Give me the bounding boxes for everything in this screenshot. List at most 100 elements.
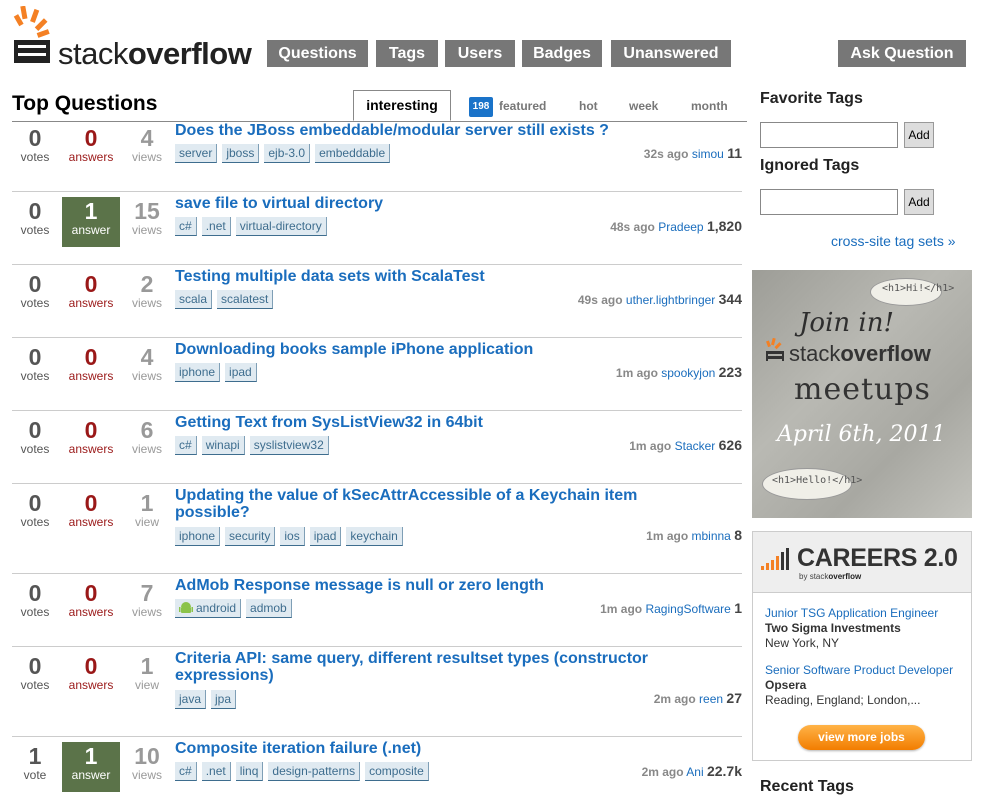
job-title-link[interactable]: Junior TSG Application Engineer — [765, 606, 938, 620]
tab-featured[interactable]: featured — [499, 99, 546, 113]
view-count: 7 views — [131, 580, 162, 619]
user-reputation: 1 — [734, 600, 742, 616]
tab-interesting[interactable]: interesting — [353, 90, 451, 121]
ignored-tags-input[interactable] — [760, 189, 898, 215]
job-company: Opsera — [765, 678, 807, 692]
tag-virtual-directory[interactable]: virtual-directory — [235, 217, 327, 236]
tag-ejb-3-0[interactable]: ejb-3.0 — [264, 144, 311, 163]
question-row[interactable]: 0 votes 0 answers 7 views AdMob Response messa… — [12, 573, 742, 647]
question-user-link[interactable]: reen — [699, 692, 723, 706]
tag-security[interactable]: security — [225, 527, 276, 546]
answer-count: 1 answer — [62, 197, 120, 247]
ask-question-button[interactable]: Ask Question — [838, 40, 966, 67]
user-reputation: 344 — [718, 291, 742, 307]
question-title-link[interactable]: Downloading books sample iPhone applicat… — [175, 341, 695, 358]
question-row[interactable]: 0 votes 0 answers 4 views Downloading books sa… — [12, 337, 742, 411]
tag--net[interactable]: .net — [201, 217, 231, 236]
tag-embeddable[interactable]: embeddable — [315, 144, 391, 163]
tag-ipad[interactable]: ipad — [225, 363, 257, 382]
question-time[interactable]: 1m ago — [616, 366, 658, 380]
question-row[interactable]: 0 votes 0 answers 4 views Does the JBoss embed… — [12, 118, 742, 192]
question-user-link[interactable]: simou — [692, 147, 724, 161]
question-time[interactable]: 49s ago — [578, 293, 623, 307]
question-user-link[interactable]: RagingSoftware — [645, 602, 730, 616]
question-row[interactable]: 1 vote 1 answer 10 views Composite iteration f… — [12, 736, 742, 809]
featured-count-badge[interactable]: 198 — [469, 97, 493, 117]
tag-c-[interactable]: c# — [175, 762, 197, 781]
question-row[interactable]: 0 votes 1 answer 15 views save file to virtual… — [12, 191, 742, 265]
tag-ipad[interactable]: ipad — [309, 527, 342, 546]
question-meta: 48s ago Pradeep 1,820 — [610, 218, 742, 234]
nav-unanswered-button[interactable]: Unanswered — [611, 40, 731, 67]
tag-android[interactable]: android — [175, 599, 242, 618]
favorite-tags-add-button[interactable]: Add — [904, 122, 934, 148]
tag-iphone[interactable]: iphone — [175, 363, 221, 382]
question-title-link[interactable]: Updating the value of kSecAttrAccessible… — [175, 487, 695, 521]
question-title-link[interactable]: Getting Text from SysListView32 in 64bit — [175, 414, 695, 431]
tag-composite[interactable]: composite — [365, 762, 429, 781]
question-time[interactable]: 2m ago — [654, 692, 696, 706]
meetup-ad[interactable]: <h1>Hi!</h1> Join in! stackoverflow meet… — [752, 270, 972, 518]
question-row[interactable]: 0 votes 0 answers 1 view Updating the value of… — [12, 483, 742, 574]
vote-count: 0 votes — [20, 271, 50, 310]
question-time[interactable]: 1m ago — [629, 439, 671, 453]
question-time[interactable]: 2m ago — [642, 765, 684, 779]
tag-server[interactable]: server — [175, 144, 218, 163]
tag-scala[interactable]: scala — [175, 290, 213, 309]
careers-header[interactable]: CAREERS 2.0 by stackoverflow — [753, 532, 971, 593]
tab-month[interactable]: month — [691, 99, 728, 113]
question-title-link[interactable]: Testing multiple data sets with ScalaTes… — [175, 268, 695, 285]
question-title-link[interactable]: AdMob Response message is null or zero l… — [175, 577, 695, 594]
tag-c-[interactable]: c# — [175, 217, 197, 236]
favorite-tags-input[interactable] — [760, 122, 898, 148]
tab-hot[interactable]: hot — [579, 99, 598, 113]
ignored-tags-add-button[interactable]: Add — [904, 189, 934, 215]
question-title-link[interactable]: Criteria API: same query, different resu… — [175, 650, 695, 684]
tag--net[interactable]: .net — [201, 762, 231, 781]
job-title-link[interactable]: Senior Software Product Developer — [765, 663, 953, 677]
nav-questions-button[interactable]: Questions — [267, 40, 368, 67]
site-logo[interactable]: stackoverflow — [12, 6, 252, 71]
question-time[interactable]: 1m ago — [646, 529, 688, 543]
question-meta: 1m ago spookyjon 223 — [616, 364, 742, 380]
cross-site-tag-sets-link[interactable]: cross-site tag sets » — [831, 233, 956, 249]
question-user-link[interactable]: mbinna — [692, 529, 731, 543]
question-row[interactable]: 0 votes 0 answers 1 view Criteria API: same qu… — [12, 646, 742, 737]
tag-design-patterns[interactable]: design-patterns — [268, 762, 361, 781]
tag-list: c# .net linq design-patterns composite — [175, 762, 434, 781]
question-time[interactable]: 1m ago — [600, 602, 642, 616]
tag-scalatest[interactable]: scalatest — [217, 290, 274, 309]
tag-ios[interactable]: ios — [280, 527, 305, 546]
view-more-jobs-button[interactable]: view more jobs — [798, 725, 925, 750]
meetup-bubble-hi-text: <h1>Hi!</h1> — [882, 283, 955, 294]
question-user-link[interactable]: uther.lightbringer — [626, 293, 715, 307]
question-row[interactable]: 0 votes 0 answers 6 views Getting Text from Sy… — [12, 410, 742, 484]
question-user-link[interactable]: Ani — [686, 765, 703, 779]
tag-java[interactable]: java — [175, 690, 207, 709]
nav-users-button[interactable]: Users — [445, 40, 515, 67]
tag-syslistview32[interactable]: syslistview32 — [249, 436, 329, 455]
tag-c-[interactable]: c# — [175, 436, 197, 455]
tab-week[interactable]: week — [629, 99, 658, 113]
question-time[interactable]: 32s ago — [644, 147, 689, 161]
tag-jboss[interactable]: jboss — [222, 144, 260, 163]
tag-iphone[interactable]: iphone — [175, 527, 221, 546]
question-row[interactable]: 0 votes 0 answers 2 views Testing multiple dat… — [12, 264, 742, 338]
question-title-link[interactable]: Composite iteration failure (.net) — [175, 740, 695, 757]
question-user-link[interactable]: spookyjon — [661, 366, 715, 380]
question-user-link[interactable]: Stacker — [675, 439, 716, 453]
tag-admob[interactable]: admob — [246, 599, 292, 618]
tag-winapi[interactable]: winapi — [201, 436, 245, 455]
careers-bars-icon — [761, 548, 789, 570]
question-user-link[interactable]: Pradeep — [658, 220, 703, 234]
question-title-link[interactable]: Does the JBoss embeddable/modular server… — [175, 122, 695, 139]
vote-count: 0 votes — [20, 125, 50, 164]
nav-badges-button[interactable]: Badges — [522, 40, 602, 67]
tag-keychain[interactable]: keychain — [346, 527, 403, 546]
meetup-date-text: April 6th, 2011 — [777, 422, 946, 447]
tag-linq[interactable]: linq — [235, 762, 264, 781]
question-time[interactable]: 48s ago — [610, 220, 655, 234]
nav-tags-button[interactable]: Tags — [376, 40, 438, 67]
question-title-link[interactable]: save file to virtual directory — [175, 195, 695, 212]
tag-jpa[interactable]: jpa — [211, 690, 237, 709]
